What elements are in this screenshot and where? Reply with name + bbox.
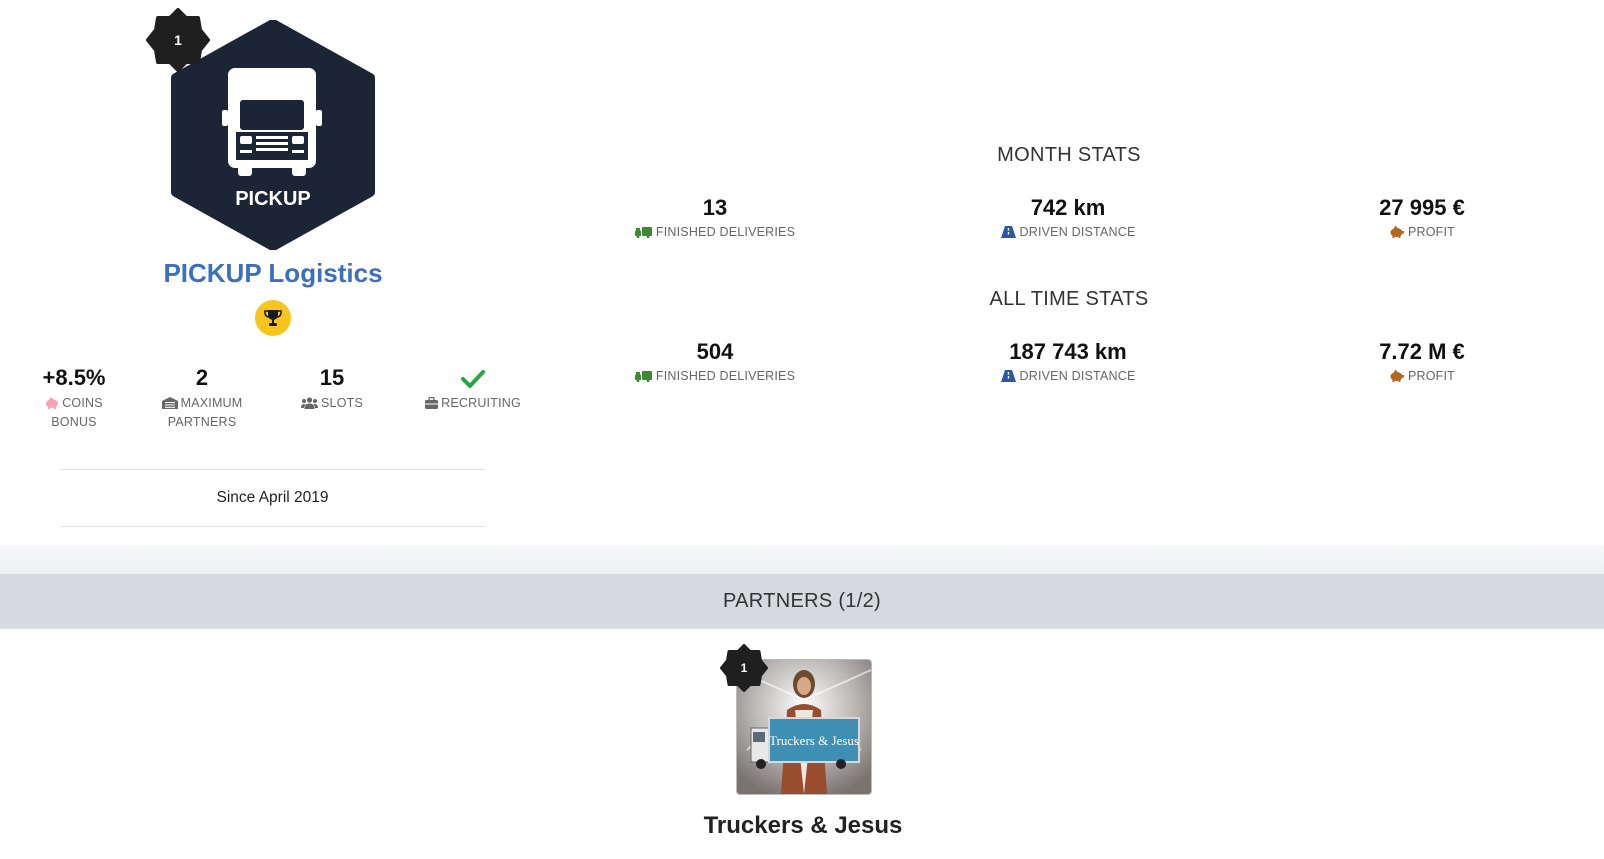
level-number: 1: [174, 32, 182, 48]
month-deliveries-label: FINISHED DELIVERIES: [655, 225, 796, 239]
month-profit-stat: 27 995 € PROFIT: [1272, 193, 1572, 239]
truck-icon: [222, 68, 322, 176]
all-time-profit-stat: 7.72 M € PROFIT: [1272, 337, 1572, 383]
maximum-partners-label-2: PARTNERS: [167, 415, 237, 429]
coins-bonus-value: +8.5%: [42, 365, 106, 390]
briefcase-icon: [425, 396, 439, 409]
maximum-partners-stat: 2 MAXIMUM PARTNERS: [137, 364, 267, 432]
slots-stat: 15 SLOTS: [267, 364, 397, 413]
partners-header: PARTNERS (1/2): [0, 574, 1604, 629]
check-icon: [461, 370, 485, 389]
coins-bonus-stat: +8.5% COINS BONUS: [9, 364, 139, 432]
month-stats-title: MONTH STATS: [997, 144, 1141, 166]
partner-level-number: 1: [740, 661, 748, 675]
coins-bonus-label-2: BONUS: [51, 415, 97, 429]
all-time-deliveries-stat: 504 FINISHED DELIVERIES: [565, 337, 865, 383]
month-distance-label: DRIVEN DISTANCE: [1019, 225, 1136, 239]
all-time-deliveries-value: 504: [696, 339, 734, 364]
truck-delivery-icon: [634, 227, 652, 239]
piggy-bank-icon: [1390, 226, 1404, 238]
users-icon: [301, 397, 318, 409]
warehouse-icon: [161, 397, 178, 409]
month-deliveries-value: 13: [702, 195, 728, 220]
road-icon: [1000, 370, 1016, 382]
slots-label: SLOTS: [321, 396, 363, 410]
partner-logo-text: Truckers & Jesus: [769, 733, 859, 748]
month-distance-value: 742 km: [1030, 195, 1106, 220]
all-time-distance-value: 187 743 km: [1009, 339, 1127, 364]
divider-bottom: [60, 526, 485, 527]
level-badge: 1: [146, 8, 210, 72]
road-icon: [1000, 226, 1016, 238]
all-time-profit-value: 7.72 M €: [1379, 339, 1465, 364]
logo-text: PICKUP: [235, 188, 311, 210]
all-time-profit-label: PROFIT: [1407, 369, 1456, 383]
trophy-icon: [264, 310, 282, 326]
all-time-deliveries-label: FINISHED DELIVERIES: [655, 369, 796, 383]
all-time-distance-label: DRIVEN DISTANCE: [1019, 369, 1136, 383]
recruiting-label: RECRUITING: [441, 396, 521, 410]
section-separator: [0, 545, 1604, 575]
all-time-distance-stat: 187 743 km DRIVEN DISTANCE: [918, 337, 1218, 383]
month-profit-value: 27 995 €: [1379, 195, 1465, 220]
company-name[interactable]: PICKUP Logistics: [80, 258, 466, 289]
piggy-bank-icon: [46, 397, 59, 409]
truck-delivery-icon: [634, 371, 652, 383]
trophy-badge: [255, 300, 291, 336]
partner-level-badge: 1: [720, 644, 768, 692]
since-date: Since April 2019: [216, 489, 329, 506]
month-profit-label: PROFIT: [1407, 225, 1456, 239]
coins-bonus-label-1: COINS: [62, 396, 103, 410]
recruiting-stat: RECRUITING: [408, 364, 538, 413]
all-time-stats-title: ALL TIME STATS: [989, 288, 1149, 310]
divider-top: [60, 469, 485, 470]
month-deliveries-stat: 13 FINISHED DELIVERIES: [565, 193, 865, 239]
maximum-partners-label-1: MAXIMUM: [180, 396, 243, 410]
maximum-partners-value: 2: [195, 365, 209, 390]
month-distance-stat: 742 km DRIVEN DISTANCE: [918, 193, 1218, 239]
slots-value: 15: [319, 365, 345, 390]
partner-name[interactable]: Truckers & Jesus: [600, 812, 1006, 840]
piggy-bank-icon: [1390, 370, 1404, 382]
